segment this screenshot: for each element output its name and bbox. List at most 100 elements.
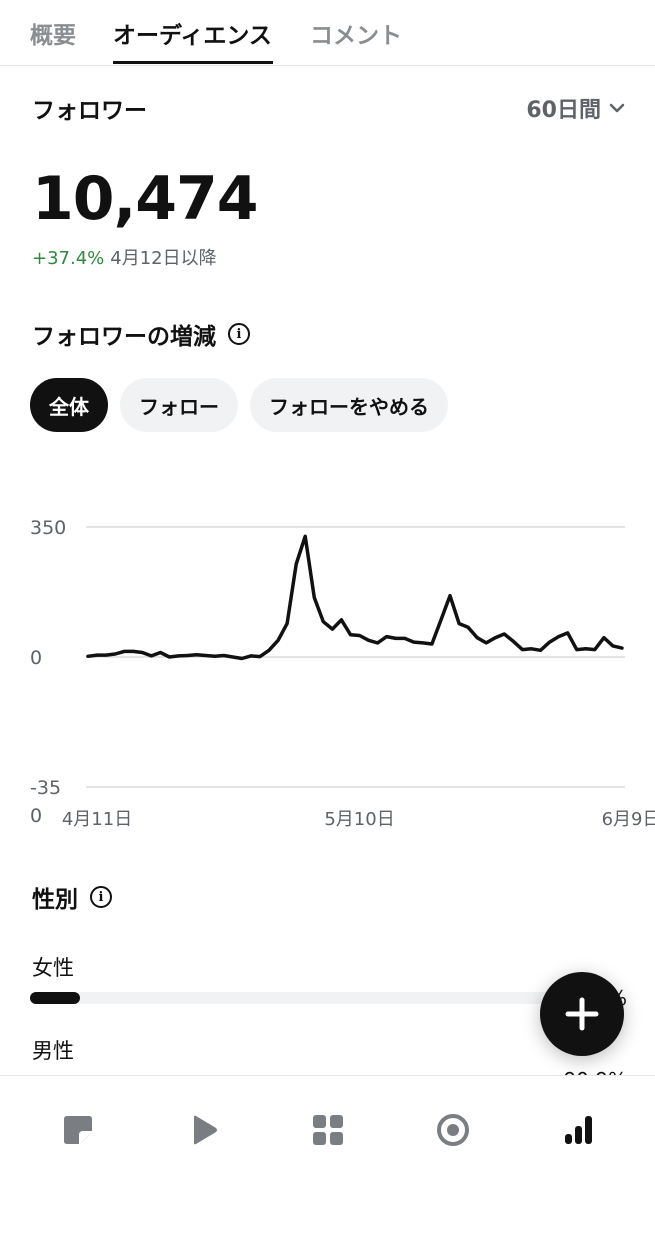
data-point [611,644,615,648]
data-point [177,654,181,658]
data-point [466,625,470,629]
data-point [95,653,99,657]
grid-icon [313,1115,343,1145]
data-point [321,620,325,624]
growth-title-row: フォロワーの増減 i [32,317,250,351]
growth-filter-chips: 全体 フォロー フォローをやめる [30,378,448,432]
data-point [584,647,588,651]
data-point [249,654,253,658]
x-tick-label: 5月10日 [324,809,394,830]
y-tick-label: -35 0 [30,777,61,827]
top-tabs: 概要 オーディエンス コメント [0,0,655,66]
data-point [539,648,543,652]
data-point [158,651,162,655]
data-point [484,641,488,645]
data-point [113,652,117,656]
data-point [213,654,217,658]
info-icon[interactable]: i [228,323,250,345]
gender-female-label: 女性 [32,956,74,980]
y-tick-label: 350 [30,517,66,539]
stats-icon [565,1116,592,1144]
follower-change: +37.4% 4月12日以降 [32,244,217,270]
data-point [385,635,389,639]
follower-count: 10,474 [32,164,259,234]
data-point [529,647,533,651]
bottom-nav [0,1075,655,1240]
data-point [267,648,271,652]
data-point [330,627,334,631]
data-point [86,654,90,658]
period-label: 60日間 [526,98,601,123]
period-selector[interactable]: 60日間 [526,92,625,124]
data-point [358,633,362,637]
data-point [620,646,624,650]
change-since: 4月12日以降 [110,248,217,269]
data-point [276,638,280,642]
gender-female-bar-fill [30,992,81,1004]
follower-growth-chart: 350 0 -35 0 4月11日 5月10日 6月9日 [30,517,655,830]
data-point [557,635,561,639]
data-point [493,636,497,640]
data-point [602,636,606,640]
tab-overview[interactable]: 概要 [30,16,76,50]
data-point [520,648,524,652]
data-point [167,655,171,659]
nav-boards[interactable] [308,1110,348,1150]
tab-audience[interactable]: オーディエンス [113,16,272,50]
data-point [204,654,208,658]
data-point [439,618,443,622]
content-icon [64,1116,92,1144]
nav-content[interactable] [58,1110,98,1150]
data-point [376,641,380,645]
nav-ads[interactable] [433,1110,473,1150]
data-point [122,649,126,653]
data-point [186,654,190,658]
growth-title: フォロワーの増減 [32,324,216,350]
data-point [303,534,307,538]
data-point [430,642,434,646]
gender-male-label: 男性 [32,1039,74,1063]
data-point [348,633,352,637]
data-point [548,640,552,644]
chip-follow[interactable]: フォロー [120,378,238,432]
data-point [593,648,597,652]
data-point [475,636,479,640]
nav-analytics[interactable] [558,1110,598,1150]
data-point [457,622,461,626]
active-tab-indicator [113,61,273,64]
data-point [140,651,144,655]
data-point [231,655,235,659]
data-point [502,632,506,636]
data-point [131,649,135,653]
data-point [195,653,199,657]
data-point [285,622,289,626]
create-fab-button[interactable] [540,972,624,1056]
x-tick-label: 4月11日 [62,809,132,830]
data-point [339,618,343,622]
data-point [566,631,570,635]
plus-icon [565,997,599,1031]
data-point [511,639,515,643]
play-icon [194,1115,217,1145]
data-point [403,636,407,640]
chip-unfollow[interactable]: フォローをやめる [250,378,448,432]
change-percent: +37.4% [32,248,105,269]
tab-comments[interactable]: コメント [310,16,402,50]
data-point [149,654,153,658]
data-point [240,656,244,660]
data-point [258,655,262,659]
data-point [104,653,108,657]
chip-all[interactable]: 全体 [30,378,108,432]
gender-title: 性別 [32,887,78,913]
target-icon [437,1114,469,1146]
nav-video[interactable] [183,1110,223,1150]
gender-title-row: 性別 i [32,880,112,914]
data-point [394,636,398,640]
x-tick-label: 6月9日 [602,809,655,830]
data-point [312,596,316,600]
data-point [412,640,416,644]
data-point [367,638,371,642]
chevron-down-icon [609,103,625,113]
data-point [448,594,452,598]
info-icon[interactable]: i [90,886,112,908]
